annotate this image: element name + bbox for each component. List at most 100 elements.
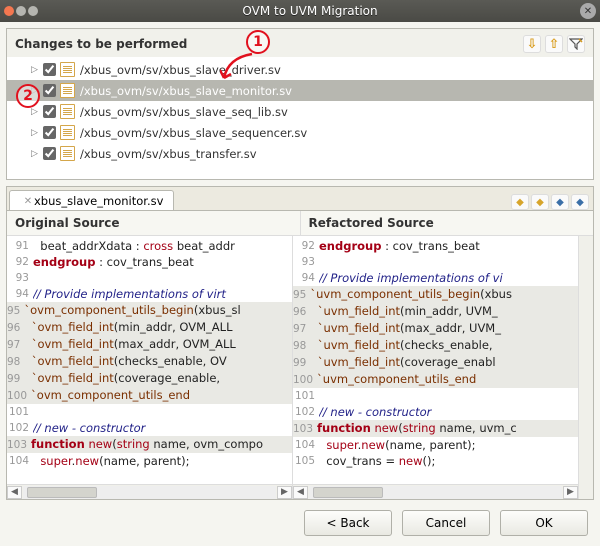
code-line: 95`ovm_component_utils_begin(xbus_sl xyxy=(7,302,292,319)
line-number: 96 xyxy=(293,306,310,318)
file-icon xyxy=(60,62,75,77)
line-number: 99 xyxy=(7,373,24,385)
line-number: 104 xyxy=(7,453,33,469)
titlebar: OVM to UVM Migration ✕ xyxy=(0,0,600,22)
next-diff-button[interactable]: ◆ xyxy=(511,194,529,210)
code-line: 98 `ovm_field_int(checks_enable, OV xyxy=(7,353,292,370)
ok-button[interactable]: OK xyxy=(500,510,588,536)
tree-row[interactable]: ▷ /xbus_ovm/sv/xbus_slave_sequencer.sv xyxy=(7,122,593,143)
code-line: 96 `uvm_field_int(min_addr, UVM_ xyxy=(293,303,578,320)
tree-row[interactable]: ▷ /xbus_ovm/sv/xbus_slave_driver.sv xyxy=(7,59,593,80)
expand-icon[interactable]: ▷ xyxy=(31,65,41,75)
file-icon xyxy=(60,146,75,161)
line-number: 98 xyxy=(7,356,24,368)
tab-bar: ✕ xbus_slave_monitor.sv ◆ ◆ ◆ ◆ xyxy=(6,186,594,210)
line-number: 91 xyxy=(7,238,33,254)
line-number: 97 xyxy=(7,339,24,351)
line-number: 102 xyxy=(7,420,33,436)
prev-diff-button[interactable]: ◆ xyxy=(531,194,549,210)
code-line: 99 `uvm_field_int(coverage_enabl xyxy=(293,354,578,371)
window-title: OVM to UVM Migration xyxy=(40,4,580,18)
code-line: 104 super.new(name, parent); xyxy=(7,453,292,469)
expand-icon[interactable]: ▷ xyxy=(31,107,41,117)
tab-label: xbus_slave_monitor.sv xyxy=(34,194,163,208)
back-button[interactable]: < Back xyxy=(304,510,392,536)
file-path: /xbus_ovm/sv/xbus_slave_sequencer.sv xyxy=(80,126,307,140)
code-line: 91 beat_addrXdata : cross beat_addr xyxy=(7,238,292,254)
traffic-light-min-icon xyxy=(16,6,26,16)
refactored-source-pane[interactable]: 92endgroup : cov_trans_beat9394// Provid… xyxy=(293,236,578,499)
code-line: 98 `uvm_field_int(checks_enable, xyxy=(293,337,578,354)
line-number: 93 xyxy=(293,254,319,270)
code-line: 99 `ovm_field_int(coverage_enable, xyxy=(7,370,292,387)
code-line: 102// new - constructor xyxy=(7,420,292,436)
traffic-light-max-icon xyxy=(28,6,38,16)
line-number: 95 xyxy=(293,289,310,301)
next-change-button[interactable]: ◆ xyxy=(551,194,569,210)
line-number: 102 xyxy=(293,404,319,420)
tab-file[interactable]: ✕ xbus_slave_monitor.sv xyxy=(9,190,174,211)
code-line: 93 xyxy=(7,270,292,286)
cancel-button[interactable]: Cancel xyxy=(402,510,490,536)
hscroll-right[interactable]: ◀ ▶ xyxy=(293,484,578,499)
code-line: 103function new(string name, ovm_compo xyxy=(7,436,292,453)
code-line: 102// new - constructor xyxy=(293,404,578,420)
callout-2: 2 xyxy=(16,84,40,108)
file-icon xyxy=(60,104,75,119)
code-line: 100`ovm_component_utils_end xyxy=(7,387,292,404)
line-number: 92 xyxy=(293,238,319,254)
code-line: 93 xyxy=(293,254,578,270)
code-line: 104 super.new(name, parent); xyxy=(293,437,578,453)
code-line: 96 `ovm_field_int(min_addr, OVM_ALL xyxy=(7,319,292,336)
expand-up-button[interactable]: ⇧ xyxy=(545,35,563,53)
line-number: 105 xyxy=(293,453,319,469)
file-path: /xbus_ovm/sv/xbus_slave_monitor.sv xyxy=(80,84,292,98)
scroll-left-icon[interactable]: ◀ xyxy=(7,486,22,499)
code-line: 95`uvm_component_utils_begin(xbus xyxy=(293,286,578,303)
include-checkbox[interactable] xyxy=(43,105,56,118)
vscroll[interactable] xyxy=(578,236,593,499)
file-icon xyxy=(60,125,75,140)
line-number: 100 xyxy=(7,390,31,402)
tree-row[interactable]: ▷ /xbus_ovm/sv/xbus_transfer.sv xyxy=(7,143,593,164)
original-source-pane[interactable]: 91 beat_addrXdata : cross beat_addr92end… xyxy=(7,236,293,499)
tree-row[interactable]: ▷/xbus_ovm/sv/xbus_slave_monitor.sv xyxy=(7,80,593,101)
diff-viewer: Original Source Refactored Source 91 bea… xyxy=(6,210,594,500)
code-line: 105 cov_trans = new(); xyxy=(293,453,578,469)
line-number: 101 xyxy=(7,404,33,420)
hscroll-left[interactable]: ◀ ▶ xyxy=(7,484,292,499)
file-path: /xbus_ovm/sv/xbus_slave_driver.sv xyxy=(80,63,281,77)
include-checkbox[interactable] xyxy=(43,126,56,139)
code-line: 100`uvm_component_utils_end xyxy=(293,371,578,388)
expand-icon[interactable]: ▷ xyxy=(31,128,41,138)
code-line: 92endgroup : cov_trans_beat xyxy=(293,238,578,254)
code-line: 94// Provide implementations of virt xyxy=(7,286,292,302)
include-checkbox[interactable] xyxy=(43,84,56,97)
line-number: 97 xyxy=(293,323,310,335)
line-number: 95 xyxy=(7,305,24,317)
include-checkbox[interactable] xyxy=(43,147,56,160)
filter-button[interactable] xyxy=(567,35,585,53)
original-header: Original Source xyxy=(7,211,301,236)
code-line: 92endgroup : cov_trans_beat xyxy=(7,254,292,270)
close-tab-icon[interactable]: ✕ xyxy=(22,195,34,207)
refactored-header: Refactored Source xyxy=(301,211,594,236)
code-line: 103function new(string name, uvm_c xyxy=(293,420,578,437)
line-number: 103 xyxy=(293,423,317,435)
file-path: /xbus_ovm/sv/xbus_transfer.sv xyxy=(80,147,257,161)
expand-icon[interactable]: ▷ xyxy=(31,149,41,159)
close-button[interactable]: ✕ xyxy=(580,3,596,19)
callout-1: 1 xyxy=(246,30,270,54)
expand-down-button[interactable]: ⇩ xyxy=(523,35,541,53)
code-line: 101 xyxy=(7,404,292,420)
tree-row[interactable]: ▷/xbus_ovm/sv/xbus_slave_seq_lib.sv xyxy=(7,101,593,122)
changes-tree[interactable]: ▷/xbus_ovm/sv/xbus_slave_driver.sv▷/xbus… xyxy=(7,57,593,179)
include-checkbox[interactable] xyxy=(43,63,56,76)
scroll-right-icon[interactable]: ▶ xyxy=(563,486,578,499)
line-number: 100 xyxy=(293,374,317,386)
prev-change-button[interactable]: ◆ xyxy=(571,194,589,210)
code-line: 97 `ovm_field_int(max_addr, OVM_ALL xyxy=(7,336,292,353)
scroll-right-icon[interactable]: ▶ xyxy=(277,486,292,499)
scroll-left-icon[interactable]: ◀ xyxy=(293,486,308,499)
traffic-light-close-icon[interactable] xyxy=(4,6,14,16)
